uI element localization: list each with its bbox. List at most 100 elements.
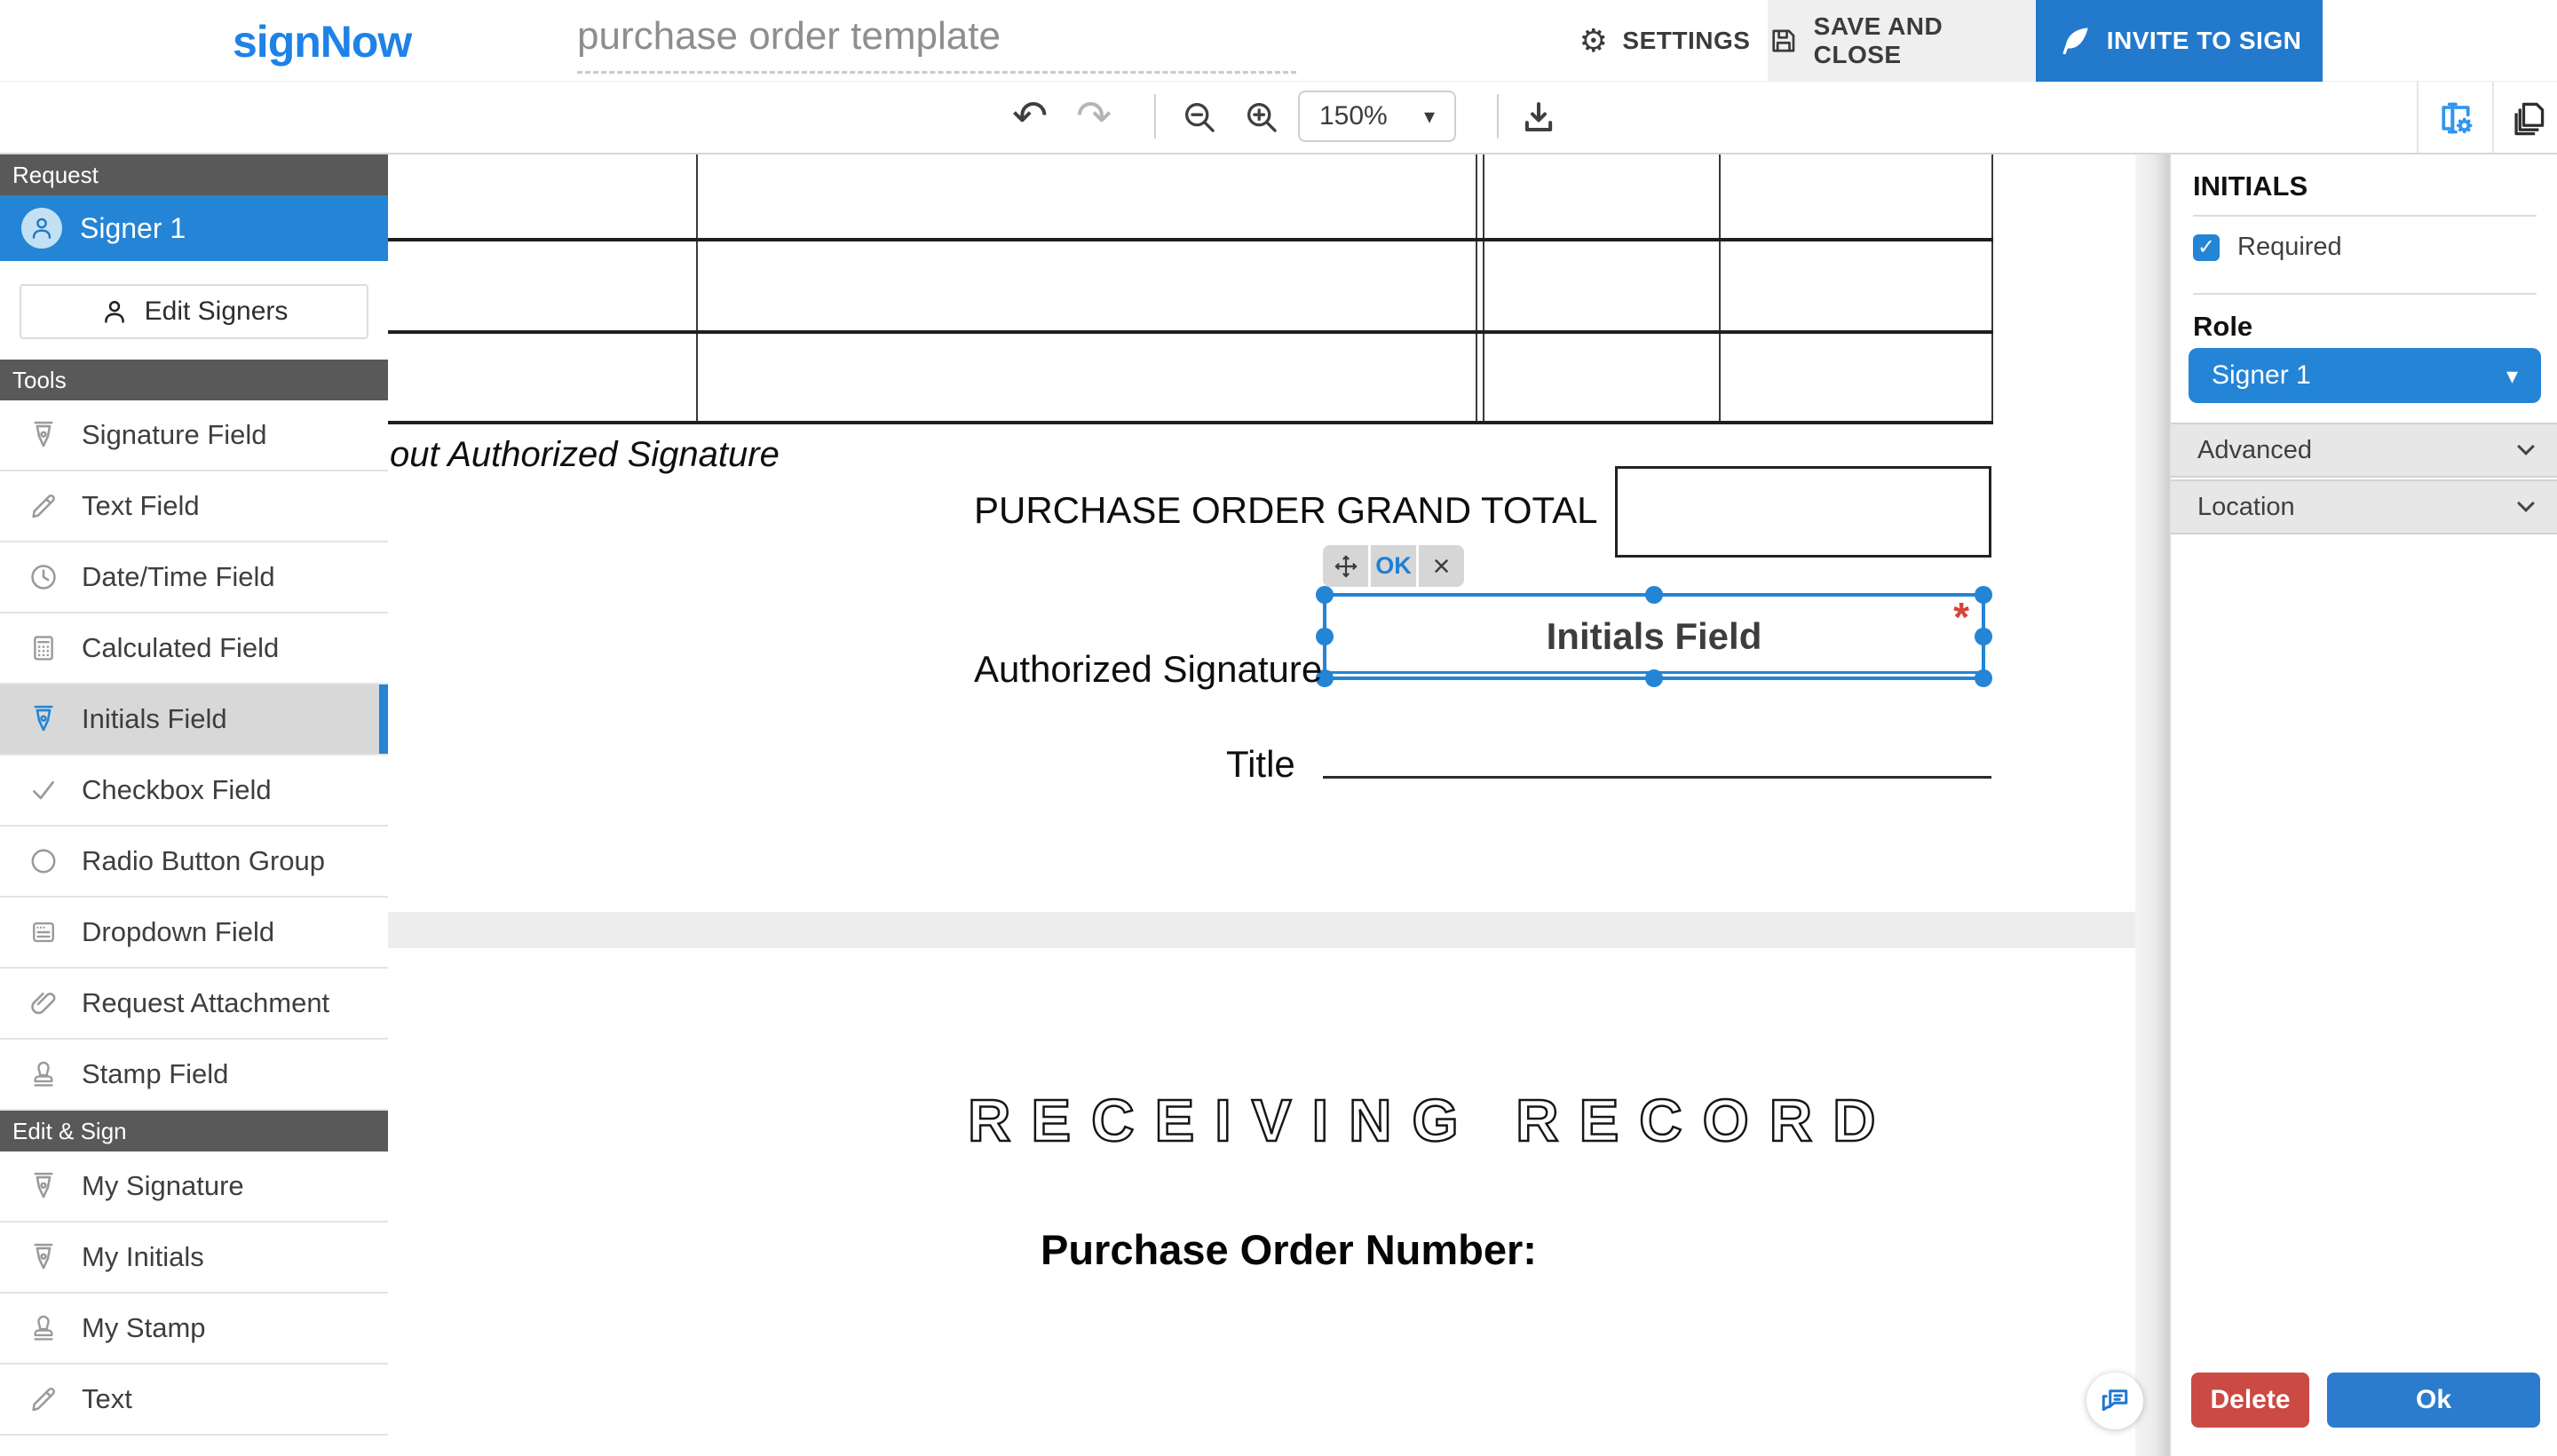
chevron-down-icon: ▾ xyxy=(1424,104,1435,130)
sidebar-item-checkbox-field[interactable]: Checkbox Field xyxy=(0,756,388,827)
doc-text-receiving-record: RECEIVING RECORD xyxy=(968,1087,1896,1155)
tool-label: Initials Field xyxy=(82,703,227,735)
tools-section-header: Tools xyxy=(0,360,388,400)
save-and-close-button[interactable]: SAVE AND CLOSE xyxy=(1768,0,2036,82)
pages-panel-button[interactable] xyxy=(2509,99,2548,138)
sidebar-item-signer-1[interactable]: Signer 1 xyxy=(0,195,388,261)
field-ok-button[interactable]: OK xyxy=(1371,545,1416,587)
edit-sign-list: My Signature My Initials My Stamp Text T… xyxy=(0,1151,388,1456)
move-icon xyxy=(1334,554,1358,579)
gear-icon: ⚙ xyxy=(1579,23,1609,59)
sidebar-item-radio-button-group[interactable]: Radio Button Group xyxy=(0,827,388,898)
location-label: Location xyxy=(2197,493,2295,522)
table-line xyxy=(1719,154,1721,423)
zoom-in-icon xyxy=(1243,99,1280,136)
feather-icon xyxy=(2057,23,2093,59)
title-underline xyxy=(1323,776,1991,779)
panel-divider xyxy=(2193,215,2537,217)
sidebar-item-calculated-field[interactable]: Calculated Field xyxy=(0,613,388,684)
zoom-level-select[interactable]: 150% ▾ xyxy=(1298,91,1456,142)
pen-nib-icon xyxy=(28,1242,59,1272)
field-close-button[interactable]: × xyxy=(1419,545,1464,587)
top-header: signNow purchase order template ⚙ SETTIN… xyxy=(0,0,2557,82)
document-title-underline xyxy=(577,71,1296,74)
panel-heading: INITIALS xyxy=(2193,170,2308,202)
sidebar-item-dropdown-field[interactable]: Dropdown Field xyxy=(0,898,388,969)
clock-icon xyxy=(28,562,59,592)
pencil-icon xyxy=(28,491,59,521)
sidebar-item-my-stamp[interactable]: My Stamp xyxy=(0,1294,388,1365)
pencil-icon xyxy=(28,1384,59,1414)
tool-label: Radio Button Group xyxy=(82,845,325,877)
redo-button[interactable]: ↷ xyxy=(1076,91,1112,144)
canvas-scrollbar[interactable] xyxy=(2135,154,2169,1456)
tool-label: Request Attachment xyxy=(82,987,329,1019)
delete-button[interactable]: Delete xyxy=(2191,1373,2309,1428)
zoom-in-button[interactable] xyxy=(1243,99,1280,136)
calculator-icon xyxy=(28,633,59,663)
zoom-out-button[interactable] xyxy=(1181,99,1218,136)
tool-label: Signature Field xyxy=(82,419,267,451)
signer-avatar xyxy=(21,208,62,249)
sidebar-item-datetime-field[interactable]: Date/Time Field xyxy=(0,542,388,613)
sidebar-item-request-attachment[interactable]: Request Attachment xyxy=(0,969,388,1040)
sidebar-item-my-signature[interactable]: My Signature xyxy=(0,1151,388,1223)
settings-button[interactable]: ⚙ SETTINGS xyxy=(1582,0,1747,82)
field-move-button[interactable] xyxy=(1323,545,1368,587)
sidebar-item-todays-date[interactable]: Today's Date xyxy=(0,1436,388,1456)
edit-signers-label: Edit Signers xyxy=(145,297,289,327)
tool-label: Checkbox Field xyxy=(82,774,272,806)
field-settings-button[interactable] xyxy=(2436,99,2475,138)
location-accordion[interactable]: Location xyxy=(2171,479,2557,534)
ok-button[interactable]: Ok xyxy=(2327,1373,2540,1428)
invite-to-sign-button[interactable]: INVITE TO SIGN xyxy=(2036,0,2323,82)
doc-text-authorized-signature: Authorized Signature xyxy=(974,648,1322,691)
table-line xyxy=(1483,154,1484,423)
help-chat-button[interactable] xyxy=(2086,1373,2143,1429)
resize-handle-s[interactable] xyxy=(1645,669,1663,687)
document-title-input[interactable]: purchase order template xyxy=(577,14,1001,59)
role-select[interactable]: Signer 1 ▾ xyxy=(2189,348,2541,403)
resize-handle-nw[interactable] xyxy=(1316,586,1334,604)
tool-label: Text Field xyxy=(82,490,200,522)
table-line xyxy=(1476,154,1477,423)
role-label: Role xyxy=(2193,311,2252,343)
tool-label: Dropdown Field xyxy=(82,916,274,948)
resize-handle-se[interactable] xyxy=(1975,669,1992,687)
tool-label: Calculated Field xyxy=(82,632,279,664)
resize-handle-ne[interactable] xyxy=(1975,586,1992,604)
signnow-logo[interactable]: signNow xyxy=(233,16,411,67)
resize-handle-n[interactable] xyxy=(1645,586,1663,604)
invite-to-sign-label: INVITE TO SIGN xyxy=(2107,27,2302,55)
zoom-out-icon xyxy=(1181,99,1218,136)
pen-nib-icon xyxy=(28,704,59,734)
role-value: Signer 1 xyxy=(2212,360,2311,391)
radio-circle-icon xyxy=(28,846,59,876)
sidebar-item-initials-field[interactable]: Initials Field xyxy=(0,684,388,756)
tool-label: My Stamp xyxy=(82,1312,206,1344)
tool-label: My Initials xyxy=(82,1241,204,1273)
person-icon xyxy=(100,297,129,326)
chat-bubble-icon xyxy=(2099,1385,2131,1417)
undo-button[interactable]: ↶ xyxy=(1012,91,1048,144)
edit-signers-button[interactable]: Edit Signers xyxy=(20,284,368,339)
toolbar-divider xyxy=(1497,94,1499,138)
download-button[interactable] xyxy=(1520,99,1557,136)
resize-handle-w[interactable] xyxy=(1316,628,1334,645)
initials-field-widget[interactable]: Initials Field * xyxy=(1323,593,1985,680)
pen-nib-icon xyxy=(28,1171,59,1201)
sidebar-item-signature-field[interactable]: Signature Field xyxy=(0,400,388,471)
sidebar-item-text-field[interactable]: Text Field xyxy=(0,471,388,542)
required-checkbox-row[interactable]: ✓ Required xyxy=(2193,233,2342,262)
field-properties-panel: INITIALS ✓ Required Role Signer 1 ▾ Adva… xyxy=(2169,154,2557,1456)
tool-label: Stamp Field xyxy=(82,1058,228,1090)
sidebar-item-stamp-field[interactable]: Stamp Field xyxy=(0,1040,388,1111)
required-checkbox[interactable]: ✓ xyxy=(2193,234,2220,261)
toolbar-cell-border xyxy=(2492,82,2494,153)
sidebar-item-my-initials[interactable]: My Initials xyxy=(0,1223,388,1294)
chevron-down-icon: ▾ xyxy=(2506,362,2518,390)
page-break-gap xyxy=(388,912,2135,948)
advanced-accordion[interactable]: Advanced xyxy=(2171,423,2557,478)
resize-handle-e[interactable] xyxy=(1975,628,1992,645)
sidebar-item-text[interactable]: Text xyxy=(0,1365,388,1436)
